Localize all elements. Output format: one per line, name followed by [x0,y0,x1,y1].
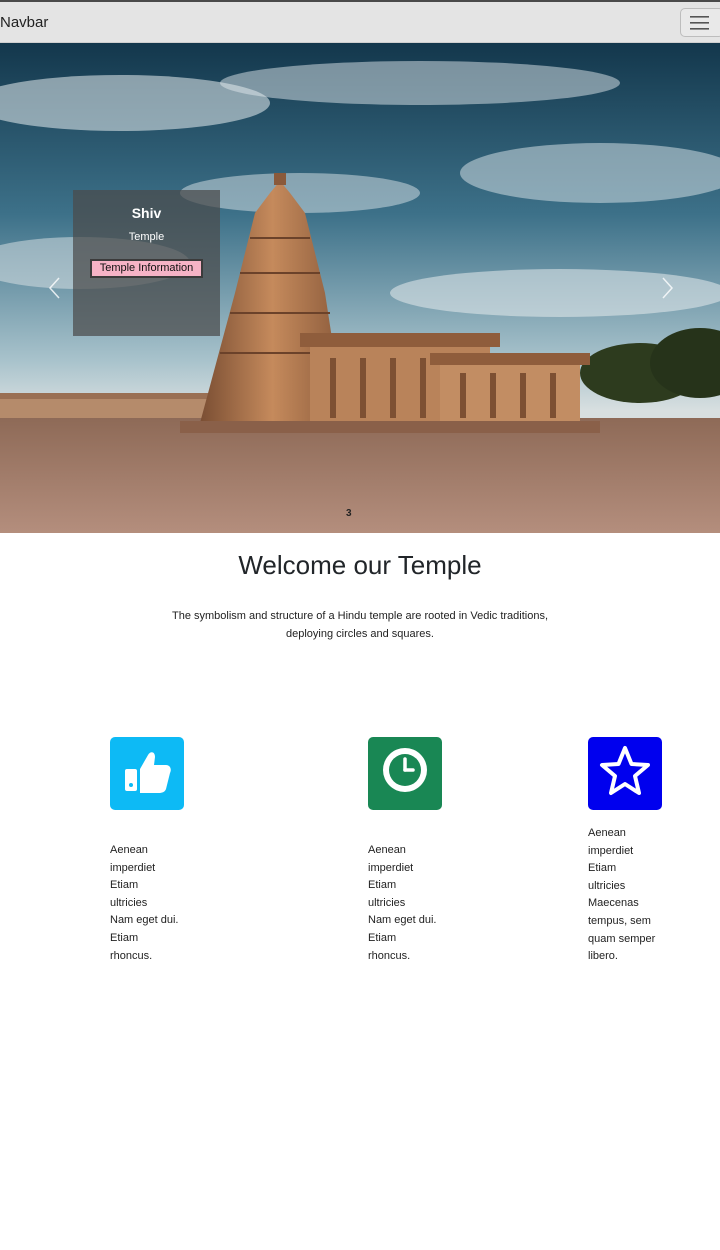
feature-3-line: libero. [588,950,618,963]
carousel-caption: Shiv Temple Temple Information [73,190,220,336]
feature-3-line: Etiam [588,862,617,875]
thumbs-up-icon [125,752,171,793]
feature-2-line: Nam eget dui. [368,914,437,927]
feature-2-line: Aenean [368,844,406,856]
feature-text-1: Aenean imperdiet Etiam ultricies Nam ege… [110,842,178,965]
feature-3-line: quam semper [588,932,656,945]
navbar-toggler-button[interactable] [680,8,720,37]
feature-icon-box-1 [110,737,184,810]
feature-1-line: Etiam [110,879,139,892]
feature-text-2: Aenean imperdiet Etiam ultricies Nam ege… [368,842,436,965]
feature-3-line: Aenean [588,827,626,839]
caption-subtitle: Temple [128,231,165,243]
carousel-prev-button[interactable] [36,268,76,308]
feature-1-line: rhoncus. [110,949,153,962]
chevron-left-icon [48,277,60,299]
feature-icon-box-2 [368,737,442,810]
feature-icon-box-3 [588,737,662,810]
intro-text: The symbolism and structure of a Hindu t… [150,607,570,643]
caption-title: Shiv [131,205,162,221]
feature-2-line: rhoncus. [368,949,411,962]
carousel-next-button[interactable] [646,268,686,308]
intro-line-2: deploying circles and squares. [286,628,434,640]
feature-2-line: Etiam [368,931,397,944]
feature-3-line: imperdiet [588,844,634,857]
welcome-heading: Welcome our Temple [238,550,482,580]
temple-information-button[interactable]: Temple Information [90,259,203,278]
hero-carousel: Shiv Temple Temple Information 3 [0,43,720,533]
navbar-brand[interactable]: Navbar [0,14,48,31]
intro-line-1: The symbolism and structure of a Hindu t… [171,610,549,622]
hamburger-menu-icon [690,16,709,30]
chevron-right-icon [662,277,674,299]
navbar: Navbar [0,2,720,43]
feature-text-3: Aenean imperdiet Etiam ultricies Maecena… [588,825,655,966]
feature-1-line: Etiam [110,931,139,944]
feature-2-line: ultricies [368,896,406,909]
feature-3-line: ultricies [588,879,626,892]
feature-3-line: Maecenas [588,897,639,910]
clock-icon [383,748,427,792]
feature-2-line: Etiam [368,879,397,892]
feature-3-line: tempus, sem [588,914,651,927]
feature-1-line: Nam eget dui. [110,914,179,927]
carousel-indicator[interactable]: 3 [346,508,352,519]
star-icon [600,746,650,795]
feature-1-line: ultricies [110,896,148,909]
feature-1-line: Aenean [110,844,148,856]
feature-2-line: imperdiet [368,861,414,874]
feature-1-line: imperdiet [110,861,156,874]
